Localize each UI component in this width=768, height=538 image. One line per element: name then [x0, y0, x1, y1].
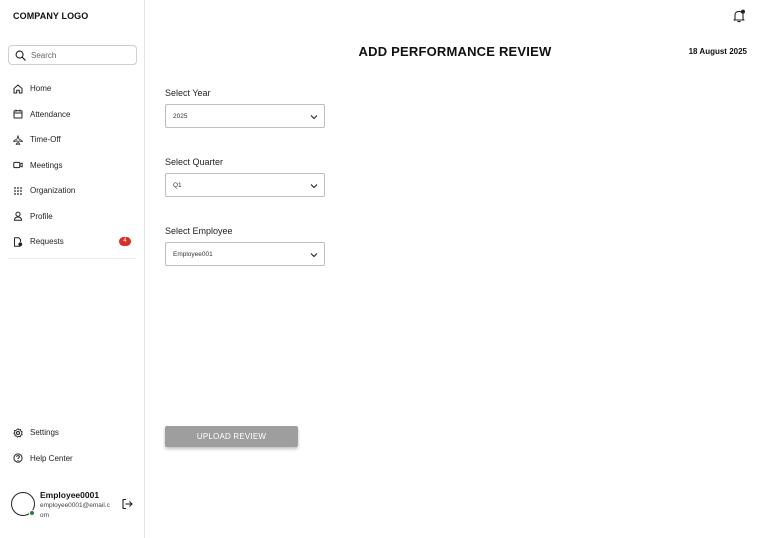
search-input[interactable]	[31, 50, 126, 60]
plane-icon	[13, 134, 23, 145]
sidebar-item-requests[interactable]: Requests 4	[0, 229, 144, 255]
upload-review-button[interactable]: UPLOAD REVIEW	[165, 426, 298, 447]
main-content: ADD PERFORMANCE REVIEW 18 August 2025 Se…	[145, 0, 768, 538]
year-label: Select Year	[165, 88, 211, 98]
sidebar-item-meetings[interactable]: Meetings	[0, 153, 144, 179]
sidebar-item-profile[interactable]: Profile	[0, 204, 144, 230]
user-card: Employee0001 employee0001@email.com	[11, 490, 136, 526]
calendar-icon	[13, 109, 23, 119]
chevron-down-icon	[310, 253, 318, 258]
main-nav: Home Attendance Time-Off Meetings Organi…	[0, 76, 144, 255]
year-select[interactable]: 2025	[165, 104, 325, 128]
quarter-select-value: Q1	[173, 181, 182, 189]
sidebar-item-label: Attendance	[30, 109, 71, 119]
requests-count-badge: 4	[119, 237, 131, 246]
gear-icon	[13, 428, 23, 438]
chevron-down-icon	[310, 184, 318, 189]
sidebar: COMPANY LOGO Home Attendance Time-Off Me…	[0, 0, 145, 538]
sidebar-item-label: Help Center	[30, 453, 73, 463]
online-status-dot	[29, 510, 35, 516]
logout-icon[interactable]	[121, 498, 133, 510]
quarter-label: Select Quarter	[165, 157, 224, 167]
user-email: employee0001@email.com	[40, 502, 110, 519]
sidebar-item-attendance[interactable]: Attendance	[0, 102, 144, 128]
page-title: ADD PERFORMANCE REVIEW	[358, 44, 552, 59]
grid-icon	[13, 186, 23, 196]
sidebar-item-label: Requests	[30, 237, 64, 247]
sidebar-item-home[interactable]: Home	[0, 76, 144, 102]
home-icon	[13, 84, 23, 94]
company-logo: COMPANY LOGO	[13, 11, 89, 21]
current-date: 18 August 2025	[688, 47, 747, 56]
notification-bell-icon[interactable]	[732, 9, 746, 23]
quarter-select[interactable]: Q1	[165, 173, 325, 197]
document-icon	[13, 237, 23, 247]
year-select-value: 2025	[173, 112, 188, 120]
search-icon	[15, 50, 26, 61]
sidebar-item-label: Time-Off	[30, 135, 61, 145]
secondary-nav: Settings Help Center	[0, 420, 144, 471]
search-box[interactable]	[8, 45, 137, 65]
sidebar-item-settings[interactable]: Settings	[0, 420, 144, 446]
sidebar-item-label: Home	[30, 84, 52, 94]
sidebar-item-organization[interactable]: Organization	[0, 178, 144, 204]
sidebar-item-time-off[interactable]: Time-Off	[0, 127, 144, 153]
sidebar-item-help-center[interactable]: Help Center	[0, 446, 144, 472]
chevron-down-icon	[310, 115, 318, 120]
user-name: Employee0001	[40, 490, 100, 500]
sidebar-item-label: Settings	[30, 428, 59, 438]
sidebar-item-label: Organization	[30, 186, 76, 196]
help-icon	[13, 453, 23, 463]
sidebar-item-label: Meetings	[30, 160, 63, 170]
employee-select-value: Employee001	[173, 250, 213, 258]
nav-divider	[8, 258, 136, 259]
sidebar-item-label: Profile	[30, 211, 53, 221]
video-icon	[13, 160, 23, 170]
user-icon	[13, 211, 23, 221]
employee-select[interactable]: Employee001	[165, 242, 325, 266]
employee-label: Select Employee	[165, 226, 233, 236]
